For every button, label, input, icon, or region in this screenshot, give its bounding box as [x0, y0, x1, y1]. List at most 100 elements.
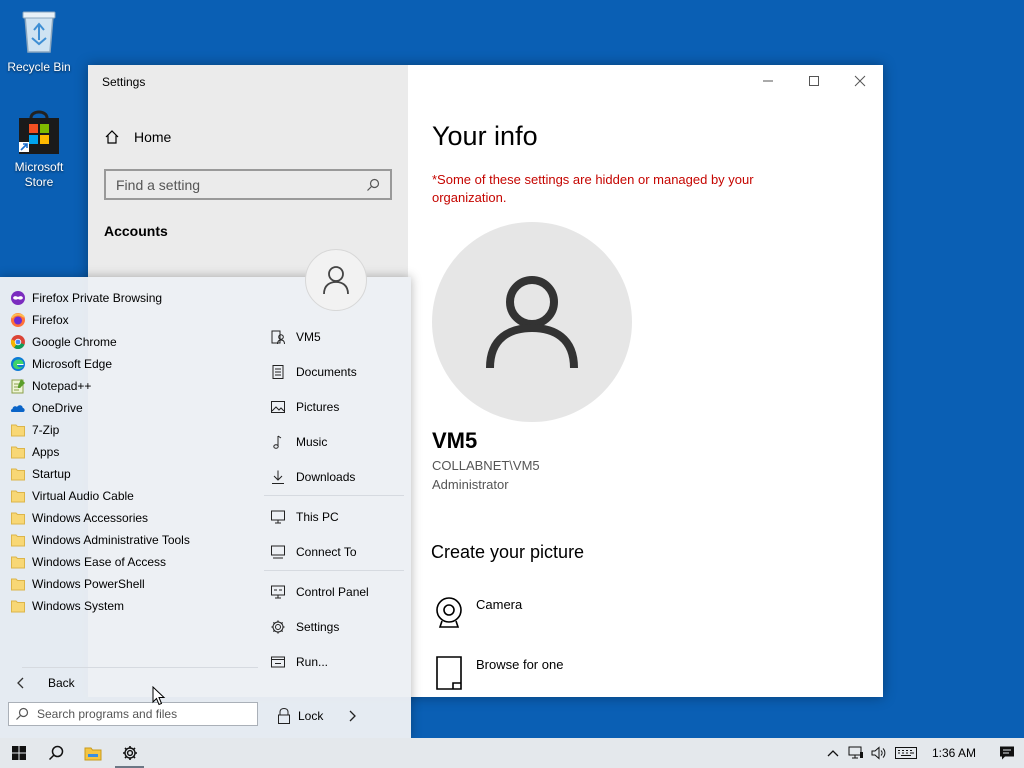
program-item-label: Startup — [32, 467, 71, 481]
computer-icon — [271, 510, 285, 523]
place-this-pc[interactable]: This PC — [264, 499, 404, 534]
tray-overflow-button[interactable] — [822, 738, 844, 768]
program-item-label: Windows Ease of Access — [32, 555, 167, 569]
camera-option[interactable]: Camera — [434, 595, 522, 629]
program-item[interactable]: 7-Zip — [10, 419, 260, 441]
chevron-up-icon — [827, 750, 839, 757]
taskbar-settings[interactable] — [111, 738, 148, 768]
program-item[interactable]: Windows System — [10, 595, 260, 617]
desktop-icon-recycle-bin[interactable]: Recycle Bin — [1, 8, 77, 75]
place-music-label: Music — [296, 434, 328, 449]
place-run-label: Run... — [296, 654, 329, 669]
settings-search-box[interactable] — [104, 169, 392, 200]
program-item[interactable]: Windows PowerShell — [10, 573, 260, 595]
places-divider — [264, 570, 404, 571]
network-icon — [271, 545, 285, 558]
back-label: Back — [48, 676, 75, 690]
user-domain: COLLABNET\VM5 — [432, 458, 540, 473]
program-item-label: Virtual Audio Cable — [32, 489, 134, 503]
program-item-label: Firefox — [32, 313, 69, 327]
start-user-avatar[interactable] — [305, 249, 367, 311]
program-item[interactable]: Apps — [10, 441, 260, 463]
place-user[interactable]: VM5 — [264, 319, 404, 354]
place-control-panel[interactable]: Control Panel — [264, 574, 404, 609]
camera-icon — [436, 597, 462, 628]
place-pictures[interactable]: Pictures — [264, 389, 404, 424]
program-item[interactable]: Virtual Audio Cable — [10, 485, 260, 507]
program-item[interactable]: Microsoft Edge — [10, 353, 260, 375]
program-item[interactable]: Google Chrome — [10, 331, 260, 353]
place-music[interactable]: Music — [264, 424, 404, 459]
program-item[interactable]: Notepad++ — [10, 375, 260, 397]
folder-icon — [10, 598, 26, 614]
place-run[interactable]: Run... — [264, 644, 404, 679]
back-button[interactable]: Back — [16, 676, 75, 690]
chevron-right-icon[interactable] — [345, 710, 359, 722]
program-item[interactable]: OneDrive — [10, 397, 260, 419]
start-search-box[interactable] — [8, 702, 258, 726]
tray-keyboard-button[interactable] — [890, 738, 922, 768]
home-icon — [105, 130, 119, 144]
program-item-label: Windows System — [32, 599, 125, 613]
nav-home[interactable]: Home — [104, 129, 171, 145]
program-item[interactable]: Windows Ease of Access — [10, 551, 260, 573]
program-item[interactable]: Firefox Private Browsing — [10, 287, 260, 309]
music-icon — [273, 435, 282, 449]
folder-icon — [10, 422, 26, 438]
avatar — [432, 222, 632, 422]
section-accounts: Accounts — [104, 223, 168, 239]
page-title: Your info — [432, 121, 538, 151]
taskbar-file-explorer[interactable] — [74, 738, 111, 768]
start-search-input[interactable] — [37, 707, 247, 721]
place-control-panel-label: Control Panel — [296, 584, 369, 599]
windows-logo-icon — [11, 746, 26, 760]
place-connect-to[interactable]: Connect To — [264, 534, 404, 569]
nav-home-label: Home — [134, 129, 172, 145]
user-folder-icon — [271, 330, 285, 344]
tray-network-button[interactable] — [844, 738, 868, 768]
file-icon — [436, 656, 462, 690]
search-icon — [16, 707, 29, 720]
folder-icon — [10, 510, 26, 526]
taskbar-search-button[interactable] — [37, 738, 74, 768]
place-connect-to-label: Connect To — [296, 544, 357, 559]
picture-icon — [271, 400, 285, 413]
network-icon — [848, 746, 863, 759]
program-item[interactable]: Firefox — [10, 309, 260, 331]
mouse-cursor-icon — [152, 686, 166, 706]
program-item-label: OneDrive — [32, 401, 83, 415]
folder-icon — [10, 444, 26, 460]
search-icon[interactable] — [366, 178, 380, 192]
desktop-icon-microsoft-store[interactable]: Microsoft Store — [1, 108, 77, 190]
program-item[interactable]: Startup — [10, 463, 260, 485]
download-icon — [272, 470, 284, 484]
store-icon — [19, 110, 59, 154]
place-settings[interactable]: Settings — [264, 609, 404, 644]
program-item[interactable]: Windows Accessories — [10, 507, 260, 529]
document-icon — [272, 364, 284, 379]
program-item[interactable]: Windows Administrative Tools — [10, 529, 260, 551]
program-list: Firefox Private Browsing Firefox Google Ch… — [10, 287, 260, 617]
settings-search-input[interactable] — [116, 176, 356, 193]
start-places: VM5 Documents Pictures Music Downloads T… — [264, 319, 404, 679]
place-user-label: VM5 — [296, 329, 321, 344]
tray-volume-button[interactable] — [868, 738, 890, 768]
start-button[interactable] — [0, 738, 37, 768]
place-downloads[interactable]: Downloads — [264, 459, 404, 494]
taskbar: 1:36 AM — [0, 738, 1024, 768]
control-panel-icon — [271, 585, 285, 598]
browse-option[interactable]: Browse for one — [434, 655, 563, 691]
create-picture-heading: Create your picture — [431, 542, 585, 562]
volume-icon — [871, 746, 886, 760]
lock-button[interactable]: Lock — [276, 707, 359, 725]
tray-clock[interactable]: 1:36 AM — [922, 738, 990, 768]
action-center-button[interactable] — [990, 738, 1024, 768]
window-title: Settings — [102, 75, 146, 89]
browse-label: Browse for one — [476, 657, 564, 672]
user-name: VM5 — [432, 428, 478, 453]
notification-icon — [1000, 746, 1014, 760]
camera-label: Camera — [476, 597, 523, 612]
chrome-icon — [10, 334, 26, 350]
place-documents[interactable]: Documents — [264, 354, 404, 389]
place-pictures-label: Pictures — [296, 399, 340, 414]
